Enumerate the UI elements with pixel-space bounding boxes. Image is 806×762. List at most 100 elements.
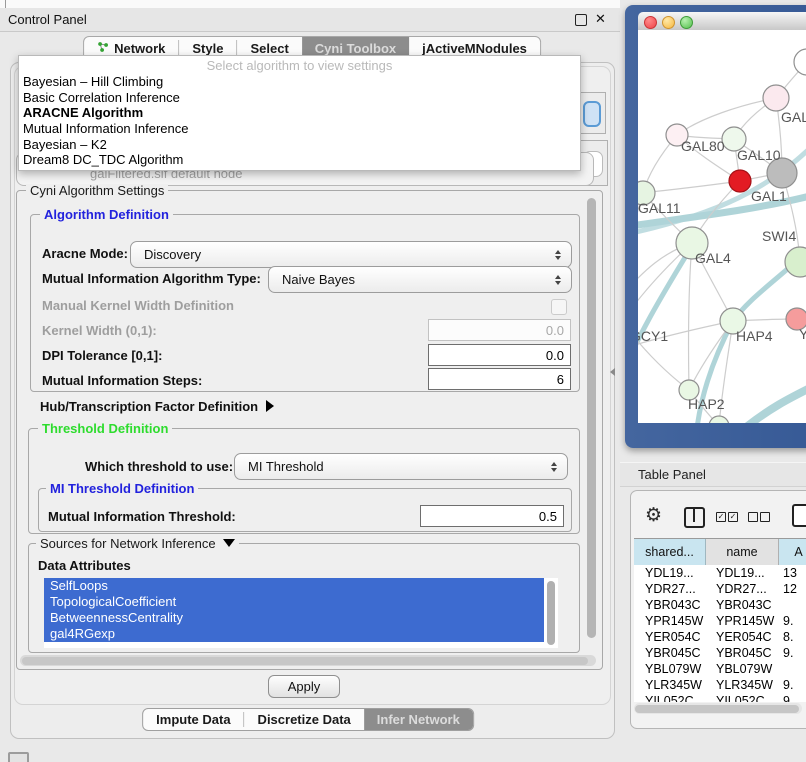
- table-row[interactable]: YLR345WYLR345W9.: [634, 677, 806, 693]
- obscured-combo-fragment: [578, 92, 606, 134]
- sources-toggle[interactable]: Sources for Network Inference: [36, 537, 239, 550]
- bottom-tabs: Impute Data Discretize Data Infer Networ…: [142, 708, 474, 731]
- table-row[interactable]: YDL19...YDL19...13: [634, 565, 806, 581]
- algorithm-option[interactable]: Basic Correlation Inference: [19, 90, 580, 106]
- mi-type-select[interactable]: Naive Bayes: [268, 266, 572, 293]
- which-threshold-value: MI Threshold: [235, 459, 545, 474]
- algorithm-option[interactable]: Bayesian – Hill Climbing: [19, 74, 580, 90]
- which-threshold-select[interactable]: MI Threshold: [234, 453, 568, 480]
- table-row[interactable]: YBL079WYBL079W: [634, 661, 806, 677]
- table-panel-titlebar: Table Panel: [620, 462, 806, 487]
- hub-definition-toggle[interactable]: Hub/Transcription Factor Definition: [40, 399, 274, 414]
- network-node[interactable]: [729, 170, 751, 192]
- network-node[interactable]: [763, 85, 789, 111]
- algorithm-option[interactable]: ARACNE Algorithm: [19, 105, 580, 121]
- kernel-width-label: Kernel Width (0,1):: [42, 323, 157, 338]
- table-header: shared... name A: [634, 538, 806, 566]
- table-cell: YLR345W: [706, 677, 779, 693]
- function-builder-icon[interactable]: [792, 504, 806, 527]
- zoom-traffic-light[interactable]: [680, 16, 693, 29]
- attribute-item[interactable]: SelfLoops: [44, 578, 544, 594]
- table-cell: YDL19...: [634, 565, 706, 581]
- table-row[interactable]: YBR045CYBR045C9.: [634, 645, 806, 661]
- minimize-traffic-light[interactable]: [662, 16, 675, 29]
- table-cell: YDR27...: [634, 581, 706, 597]
- table-row[interactable]: YER054CYER054C8.: [634, 629, 806, 645]
- tab-label: Select: [250, 41, 288, 56]
- select-all-icon[interactable]: ✓: [716, 512, 726, 522]
- tab-infer-network[interactable]: Infer Network: [364, 709, 473, 730]
- divider: [5, 0, 6, 8]
- node-label: GAL10: [737, 147, 781, 163]
- table-row[interactable]: YDR27...YDR27...12: [634, 581, 806, 597]
- column-header-shared-name[interactable]: shared...: [634, 539, 706, 565]
- mi-threshold-input[interactable]: [420, 505, 564, 527]
- tab-label: Cyni Toolbox: [315, 41, 396, 56]
- kernel-width-input[interactable]: [428, 319, 571, 341]
- network-window-titlebar[interactable]: [638, 12, 806, 31]
- algorithm-dropdown-placeholder: Select algorithm to view settings: [19, 56, 580, 74]
- node-label: GAL4: [695, 250, 731, 266]
- aracne-mode-label: Aracne Mode:: [42, 246, 128, 261]
- algorithm-option[interactable]: Dream8 DC_TDC Algorithm: [19, 152, 580, 168]
- table-cell: YPR145W: [706, 613, 779, 629]
- column-header-partial[interactable]: A: [779, 539, 806, 565]
- table-cell: YIL052C: [706, 693, 779, 702]
- apply-button[interactable]: Apply: [268, 675, 340, 698]
- columns-icon[interactable]: [684, 507, 705, 528]
- column-header-name[interactable]: name: [706, 539, 779, 565]
- table-row[interactable]: YBR043CYBR043C: [634, 597, 806, 613]
- attribute-item[interactable]: gal4RGexp: [44, 626, 544, 642]
- table-cell: [779, 661, 806, 677]
- expanded-arrow-icon: [223, 539, 235, 547]
- hub-definition-label: Hub/Transcription Factor Definition: [40, 399, 258, 414]
- table-cell: 9.: [779, 613, 806, 629]
- threshold-definition-title: Threshold Definition: [38, 422, 172, 435]
- table-cell: YBR043C: [706, 597, 779, 613]
- node-label: GAL: [781, 109, 806, 125]
- deselect-all-icon[interactable]: [760, 512, 770, 522]
- close-icon[interactable]: ✕: [595, 11, 606, 27]
- attribute-item[interactable]: TopologicalCoefficient: [44, 594, 544, 610]
- mi-steps-input[interactable]: [428, 368, 571, 390]
- mi-threshold-label: Mutual Information Threshold:: [48, 509, 236, 524]
- table-cell: YBR043C: [634, 597, 706, 613]
- table-horizontal-scrollbar[interactable]: [634, 703, 802, 714]
- mi-type-value: Naive Bayes: [269, 272, 549, 287]
- deselect-all-icon[interactable]: [748, 512, 758, 522]
- manual-kernel-checkbox[interactable]: [551, 299, 567, 315]
- settings-vertical-scrollbar[interactable]: [586, 196, 598, 658]
- node-label: HAP4: [736, 328, 773, 344]
- data-attributes-label: Data Attributes: [38, 558, 131, 573]
- node-label: SWI4: [762, 228, 796, 244]
- aracne-mode-select[interactable]: Discovery: [130, 241, 572, 268]
- dpi-tolerance-input[interactable]: [428, 344, 571, 366]
- network-canvas[interactable]: GALGAL80GAL10GAL1GAL11SWI4GAL4GCY1HAP4YH…: [638, 30, 806, 423]
- close-traffic-light[interactable]: [644, 16, 657, 29]
- stepper-icon: [545, 462, 567, 472]
- network-node[interactable]: [709, 416, 729, 423]
- algorithm-option[interactable]: Mutual Information Inference: [19, 121, 580, 137]
- algorithm-option[interactable]: Bayesian – K2: [19, 137, 580, 153]
- gear-icon[interactable]: ⚙: [645, 504, 662, 527]
- table-row[interactable]: YPR145WYPR145W9.: [634, 613, 806, 629]
- float-window-icon[interactable]: [575, 14, 587, 26]
- tab-discretize-data[interactable]: Discretize Data: [245, 709, 364, 730]
- algorithm-definition-title: Algorithm Definition: [40, 208, 173, 221]
- network-node[interactable]: [785, 247, 806, 277]
- which-threshold-label: Which threshold to use:: [85, 459, 233, 474]
- corner-widget-icon[interactable]: [8, 752, 29, 762]
- splitter-collapse-icon[interactable]: [610, 368, 615, 376]
- tab-impute-data[interactable]: Impute Data: [143, 709, 243, 730]
- attributes-scrollbar[interactable]: [546, 580, 556, 648]
- attribute-item[interactable]: BetweennessCentrality: [44, 610, 544, 626]
- table-row[interactable]: YIL052CYIL052C9: [634, 693, 806, 702]
- table-cell: YER054C: [706, 629, 779, 645]
- table-cell: 12: [779, 581, 806, 597]
- node-label: HAP2: [688, 396, 725, 412]
- select-all-icon[interactable]: ✓: [728, 512, 738, 522]
- table-cell: 8.: [779, 629, 806, 645]
- network-node[interactable]: [794, 49, 806, 75]
- settings-horizontal-scrollbar[interactable]: [20, 655, 596, 666]
- table-cell: YBR045C: [634, 645, 706, 661]
